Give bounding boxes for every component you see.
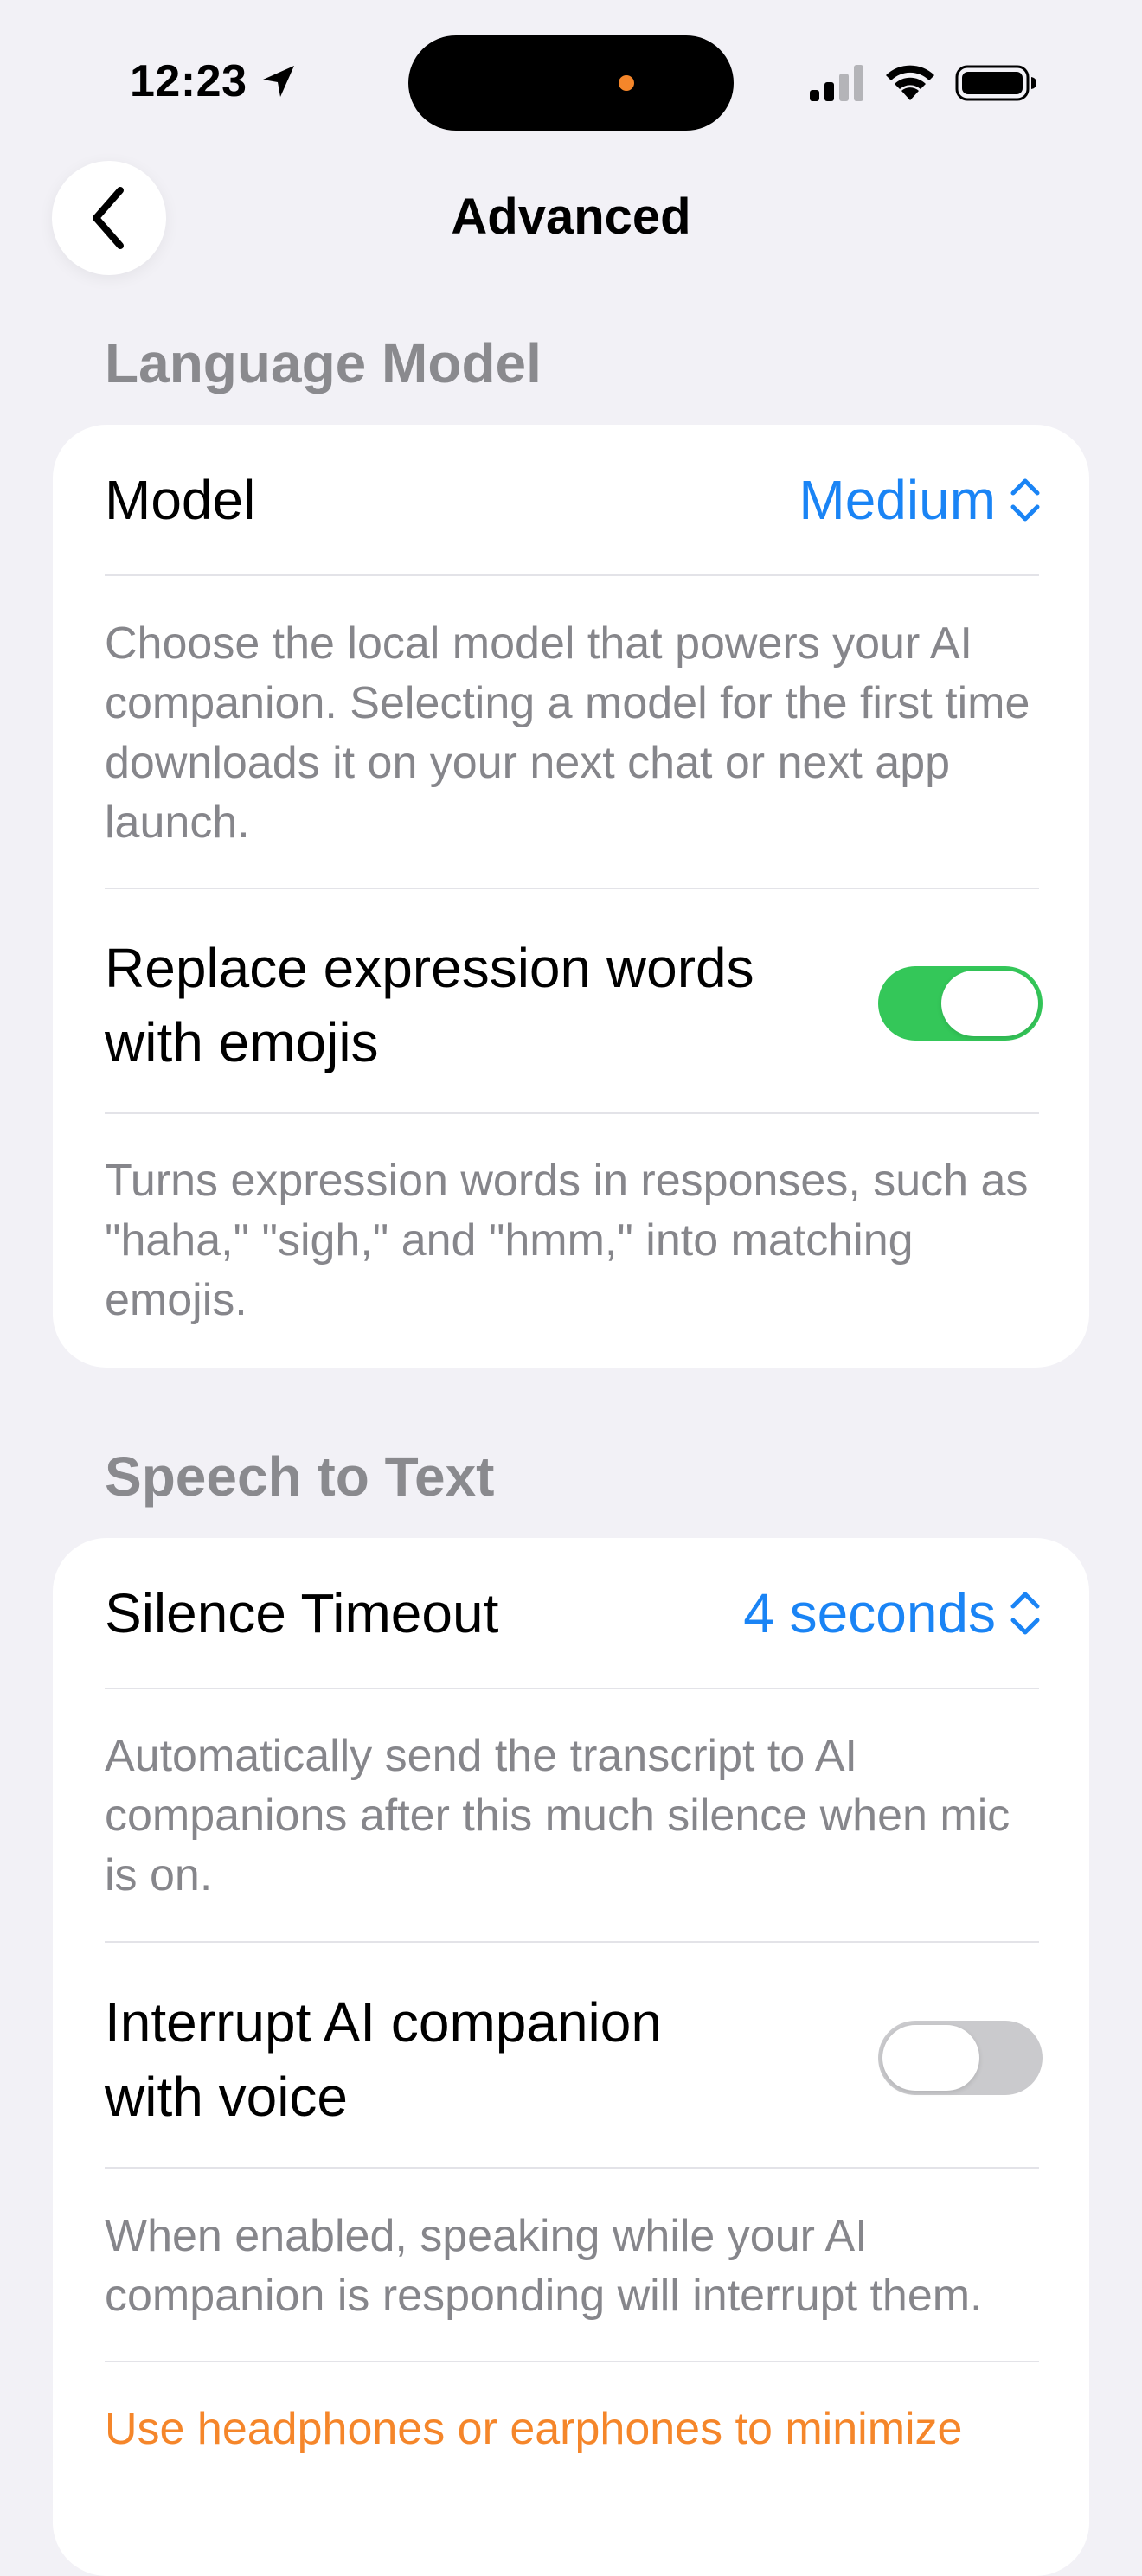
silence-timeout-picker[interactable]: 4 seconds	[743, 1576, 1043, 1650]
divider	[105, 1941, 1039, 1943]
emoji-label-line2: with emojis	[105, 1011, 379, 1073]
battery-icon	[955, 65, 1036, 101]
silence-timeout-row[interactable]: Silence Timeout 4 seconds	[105, 1576, 1040, 1663]
interrupt-label-line1: Interrupt AI companion	[105, 1991, 662, 2054]
section-header-language-model: Language Model	[105, 332, 542, 394]
location-arrow-icon	[263, 66, 294, 97]
cellular-signal-icon	[810, 65, 863, 101]
emoji-toggle[interactable]	[878, 966, 1043, 1041]
divider	[105, 2361, 1039, 2362]
chevron-up-down-icon	[1010, 478, 1040, 522]
silence-timeout-value: 4 seconds	[743, 1582, 996, 1644]
divider	[105, 574, 1039, 576]
speech-to-text-card: Silence Timeout 4 seconds Automatically …	[53, 1538, 1089, 2576]
model-picker[interactable]: Medium	[799, 463, 1043, 537]
privacy-indicator-dot	[619, 75, 634, 91]
interrupt-toggle[interactable]	[878, 2021, 1043, 2095]
divider	[105, 1112, 1039, 1114]
divider	[105, 1688, 1039, 1689]
interrupt-label-line2: with voice	[105, 2066, 348, 2128]
status-time: 12:23	[130, 56, 247, 106]
toggle-knob	[941, 971, 1038, 1036]
silence-timeout-description: Automatically send the transcript to AI …	[105, 1731, 1010, 1900]
model-description: Choose the local model that powers your …	[105, 618, 1030, 848]
dynamic-island	[408, 35, 734, 131]
divider	[105, 2167, 1039, 2169]
status-bar: 12:23	[0, 0, 1142, 156]
interrupt-description: When enabled, speaking while your AI com…	[105, 2211, 983, 2321]
headphones-warning: Use headphones or earphones to minimize	[105, 2404, 963, 2454]
language-model-card: Model Medium Choose the local model that…	[53, 425, 1089, 1368]
emoji-description: Turns expression words in responses, suc…	[105, 1156, 1029, 1325]
page-title: Advanced	[451, 189, 691, 245]
emoji-label-line1: Replace expression words	[105, 937, 754, 999]
wifi-icon	[886, 65, 934, 100]
section-header-speech-to-text: Speech to Text	[105, 1445, 495, 1508]
toggle-knob	[882, 2025, 979, 2091]
chevron-up-down-icon	[1010, 1592, 1040, 1635]
silence-timeout-label: Silence Timeout	[105, 1582, 499, 1644]
model-row[interactable]: Model Medium	[105, 463, 1040, 549]
divider	[105, 888, 1039, 889]
model-value: Medium	[799, 469, 996, 531]
model-label: Model	[105, 469, 256, 531]
